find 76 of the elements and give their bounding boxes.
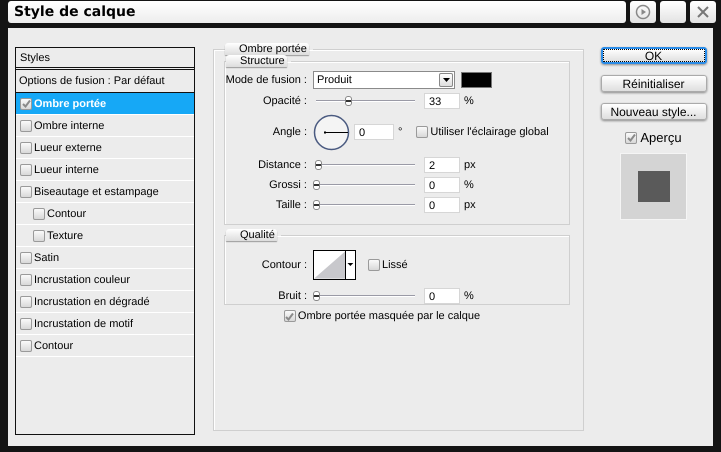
- checkbox[interactable]: [20, 296, 32, 308]
- field-label: Grossi :: [268, 179, 308, 191]
- group-title: Qualité: [226, 229, 277, 241]
- field-label: Mode de fusion :: [225, 74, 308, 86]
- dialog-button[interactable]: Réinitialiser: [600, 75, 706, 92]
- style-item[interactable]: Lueur interne: [16, 159, 194, 181]
- style-item[interactable]: Incrustation de motif: [16, 313, 194, 335]
- slider-thumb[interactable]: [313, 180, 320, 190]
- unit-label: px: [464, 199, 476, 211]
- checkbox[interactable]: [33, 208, 45, 220]
- angle-dial[interactable]: [313, 114, 350, 150]
- checkbox-option[interactable]: Utiliser l'éclairage global: [416, 126, 549, 138]
- close-icon: [697, 6, 709, 18]
- slider-thumb[interactable]: [345, 96, 352, 106]
- checkbox[interactable]: [33, 230, 45, 242]
- style-item[interactable]: Incrustation en dégradé: [16, 291, 194, 313]
- color-swatch[interactable]: [461, 72, 492, 88]
- checkbox[interactable]: [20, 274, 32, 286]
- input-field[interactable]: 0: [424, 177, 460, 193]
- unit-label: %: [464, 179, 474, 191]
- checkbox[interactable]: [20, 340, 32, 352]
- style-item[interactable]: Satin: [16, 247, 194, 269]
- checkbox[interactable]: [625, 132, 638, 144]
- window-title: Style de calque: [8, 1, 626, 23]
- checkbox-option[interactable]: Ombre portée masquée par le calque: [224, 310, 570, 322]
- unit-label: °: [398, 126, 402, 138]
- style-item[interactable]: Contour: [16, 203, 194, 225]
- field-label: Opacité :: [262, 95, 308, 107]
- blend-mode-dropdown[interactable]: Produit: [313, 71, 455, 89]
- style-item[interactable]: Ombre interne: [16, 115, 194, 137]
- input-field[interactable]: 2: [424, 157, 460, 173]
- checkbox[interactable]: [284, 310, 296, 322]
- preview-checkbox-option[interactable]: Aperçu: [625, 130, 682, 145]
- field-label: Contour :: [260, 258, 308, 270]
- input-field[interactable]: 33: [424, 93, 460, 109]
- group-title: Structure: [226, 55, 287, 67]
- options-button[interactable]: [630, 1, 656, 23]
- dialog-button[interactable]: Nouveau style...: [600, 103, 706, 120]
- field-label: Angle :: [272, 126, 308, 138]
- checkbox[interactable]: [20, 120, 32, 132]
- dialog-button[interactable]: OK: [600, 47, 706, 64]
- field-label: Taille :: [274, 199, 308, 211]
- caret-icon: [345, 250, 355, 278]
- preview-square-icon: [638, 171, 670, 202]
- contour-picker[interactable]: [313, 250, 356, 280]
- unit-label: px: [464, 159, 476, 171]
- unit-label: %: [464, 290, 474, 302]
- style-item[interactable]: Biseautage et estampage: [16, 181, 194, 203]
- slider-thumb[interactable]: [314, 160, 322, 170]
- group-title: Ombre portée: [225, 43, 309, 55]
- contour-curve-icon: [314, 250, 346, 278]
- style-item[interactable]: Incrustation couleur: [16, 269, 194, 291]
- style-item[interactable]: Contour: [16, 335, 194, 357]
- input-field[interactable]: 0: [354, 124, 394, 140]
- checkbox[interactable]: [368, 258, 380, 270]
- caret-icon: [442, 78, 450, 82]
- checkbox[interactable]: [20, 252, 32, 264]
- input-field[interactable]: 0: [424, 197, 460, 213]
- checkbox[interactable]: [20, 142, 32, 154]
- checkbox[interactable]: [20, 186, 32, 198]
- field-label: Distance :: [257, 159, 308, 171]
- play-circle-icon: [635, 4, 651, 20]
- field-label: Bruit :: [277, 290, 308, 302]
- checkbox-option[interactable]: Lissé: [368, 258, 408, 270]
- list-header: Styles: [16, 48, 194, 70]
- close-button[interactable]: [690, 1, 716, 23]
- checkbox[interactable]: [20, 318, 32, 330]
- slider-thumb[interactable]: [313, 200, 320, 210]
- unit-label: %: [464, 95, 474, 107]
- input-field[interactable]: 0: [424, 288, 460, 304]
- style-item[interactable]: Texture: [16, 225, 194, 247]
- checkbox[interactable]: [416, 126, 428, 138]
- checkbox[interactable]: [20, 98, 32, 110]
- slider-thumb[interactable]: [313, 291, 320, 301]
- style-item[interactable]: Lueur externe: [16, 137, 194, 159]
- checkbox[interactable]: [20, 164, 32, 176]
